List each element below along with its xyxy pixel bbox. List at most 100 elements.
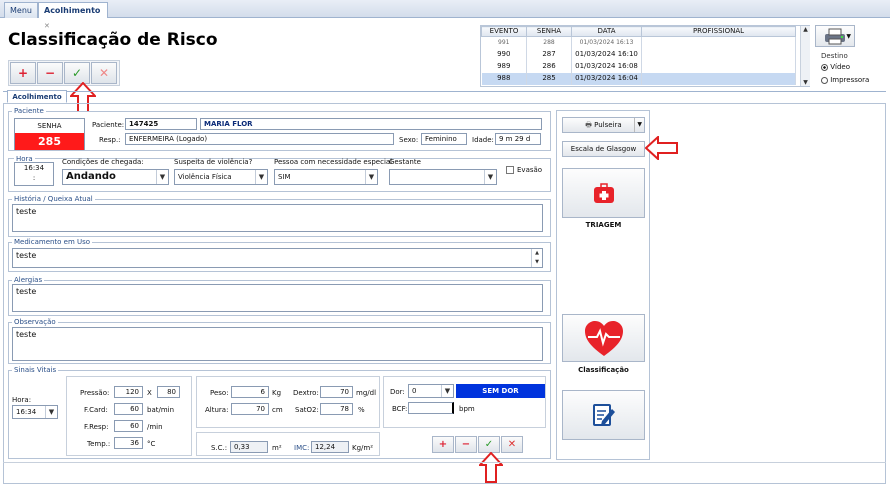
radio-video-dot[interactable]	[821, 63, 828, 71]
col-data[interactable]: DATA	[571, 26, 642, 37]
fcard-unit: bat/min	[147, 406, 175, 414]
dextro-field[interactable]: 70	[320, 386, 353, 398]
evasao-label: Evasão	[517, 166, 543, 174]
resp-field[interactable]: ENFERMEIRA (Logado)	[125, 133, 394, 145]
scroll-up-icon[interactable]: ▲	[801, 26, 810, 34]
violencia-label: Suspeita de violência?	[174, 158, 253, 166]
confirm-button[interactable]: ✓	[64, 62, 90, 84]
alergias-legend: Alergias	[12, 276, 45, 284]
glasgow-button[interactable]: Escala de Glasgow	[562, 141, 645, 157]
pulseira-label: Pulseira	[594, 121, 622, 129]
col-senha[interactable]: SENHA	[526, 26, 572, 37]
cell-data: 01/03/2024 16:10	[571, 48, 642, 61]
peso-field[interactable]: 6	[231, 386, 269, 398]
chevron-down-icon[interactable]: ▼	[634, 118, 642, 132]
medicamento-legend: Medicamento em Uso	[12, 238, 93, 246]
sv-hora-value: 16:34	[16, 408, 37, 416]
pulseira-button[interactable]: 🖶 Pulseira ▼	[562, 117, 645, 133]
table-row[interactable]: 988 285 01/03/2024 16:04	[481, 72, 796, 85]
classificacao-label: Classificação	[578, 366, 629, 374]
medicamento-spinner[interactable]: ▲ ▼	[531, 249, 542, 267]
evasao-checkbox[interactable]	[506, 166, 514, 174]
observacao-textarea[interactable]: teste	[12, 327, 543, 361]
cell-senha: 286	[526, 60, 572, 73]
table-row[interactable]: 990 287 01/03/2024 16:10	[481, 48, 796, 61]
sv-hora-select[interactable]: 16:34 ▼	[12, 405, 58, 419]
sv-add-button[interactable]: +	[432, 436, 454, 453]
peso-unit: Kg	[272, 389, 282, 397]
fresp-field[interactable]: 60	[114, 420, 143, 432]
arrow-left-icon	[645, 136, 678, 160]
imc-unit: Kg/m²	[352, 444, 374, 452]
top-tab-bar	[0, 0, 890, 18]
hora-sub: :	[32, 174, 36, 182]
chevron-down-icon[interactable]: ▼	[156, 170, 168, 184]
chevron-down-icon[interactable]: ▼	[255, 170, 267, 184]
edit-document-icon	[592, 404, 615, 426]
pne-select[interactable]: SIM ▼	[274, 169, 378, 185]
cancel-button[interactable]: ✕	[91, 62, 117, 84]
sv-remove-button[interactable]: −	[455, 436, 477, 453]
altura-field[interactable]: 70	[231, 403, 269, 415]
pne-label: Pessoa com necessidade especial	[274, 158, 393, 166]
events-table-wrap: EVENTO SENHA DATA PROFISSIONAL 991 288 01/…	[480, 25, 810, 87]
bcf-field[interactable]	[408, 402, 454, 414]
sv-confirm-button[interactable]: ✓	[478, 436, 500, 453]
scroll-down-icon[interactable]: ▼	[801, 79, 810, 86]
cell-evento: 989	[481, 60, 527, 73]
sato2-field[interactable]: 78	[320, 403, 353, 415]
chevron-down-icon[interactable]: ▼	[846, 33, 851, 40]
dor-badge: SEM DOR	[456, 384, 545, 398]
triagem-button[interactable]	[562, 168, 645, 218]
remove-button[interactable]: −	[37, 62, 63, 84]
sexo-field[interactable]: Feminino	[421, 133, 467, 145]
table-row[interactable]: 989 286 01/03/2024 16:08	[481, 60, 796, 73]
chevron-down-icon[interactable]: ▼	[441, 385, 453, 397]
radio-impressora[interactable]: Impressora	[821, 76, 869, 84]
sv-block-2	[196, 376, 380, 428]
close-icon[interactable]: ✕	[44, 22, 50, 30]
tab-menu[interactable]: Menu	[4, 2, 38, 18]
pressao-sis-field[interactable]: 120	[114, 386, 143, 398]
radio-video[interactable]: Vídeo	[821, 63, 850, 71]
dor-select[interactable]: 0 ▼	[408, 384, 454, 398]
idade-field[interactable]: 9 m 29 d	[495, 133, 541, 145]
historia-textarea[interactable]: teste	[12, 204, 543, 232]
temp-field[interactable]: 36	[114, 437, 143, 449]
gestante-select[interactable]: ▼	[389, 169, 497, 185]
chevron-down-icon[interactable]: ▼	[45, 406, 57, 418]
cell-data: 01/03/2024 16:08	[571, 60, 642, 73]
sc-unit: m²	[272, 444, 282, 452]
col-evento[interactable]: EVENTO	[481, 26, 527, 37]
medicamento-textarea[interactable]: teste	[12, 248, 543, 268]
sv-cancel-button[interactable]: ✕	[501, 436, 523, 453]
pressao-x: X	[147, 389, 152, 397]
paciente-nome-field[interactable]: MARIA FLOR	[200, 118, 542, 130]
printer-button[interactable]: ▼	[815, 25, 855, 47]
tab-acolhimento-label: Acolhimento	[44, 6, 101, 15]
printer-icon	[825, 28, 845, 45]
events-scrollbar[interactable]: ▲ ▼	[800, 26, 810, 86]
add-button[interactable]: +	[10, 62, 36, 84]
pressao-dia-field[interactable]: 80	[157, 386, 180, 398]
bcf-unit: bpm	[459, 405, 475, 413]
chevron-down-icon[interactable]: ▼	[484, 170, 496, 184]
paciente-id-field[interactable]: 147425	[125, 118, 197, 130]
tab-acolhimento[interactable]: Acolhimento ✕	[38, 2, 108, 30]
condicoes-value: Andando	[66, 171, 116, 182]
senha-box: SENHA 285	[14, 118, 85, 150]
observacao-legend: Observação	[12, 318, 58, 326]
col-profissional[interactable]: PROFISSIONAL	[641, 26, 796, 37]
table-row[interactable]: 991 288 01/03/2024 16:13	[481, 36, 796, 49]
tab-acolhimento-inner[interactable]: Acolhimento	[7, 90, 67, 103]
cell-evento: 991	[481, 36, 527, 49]
radio-impressora-dot[interactable]	[821, 76, 828, 84]
condicoes-select[interactable]: Andando ▼	[62, 169, 169, 185]
chevron-down-icon[interactable]: ▼	[365, 170, 377, 184]
classificacao-button[interactable]	[562, 314, 645, 362]
temp-unit: °C	[147, 440, 156, 448]
fcard-field[interactable]: 60	[114, 403, 143, 415]
notes-button[interactable]	[562, 390, 645, 440]
alergias-textarea[interactable]: teste	[12, 284, 543, 312]
violencia-select[interactable]: Violência Física ▼	[174, 169, 268, 185]
